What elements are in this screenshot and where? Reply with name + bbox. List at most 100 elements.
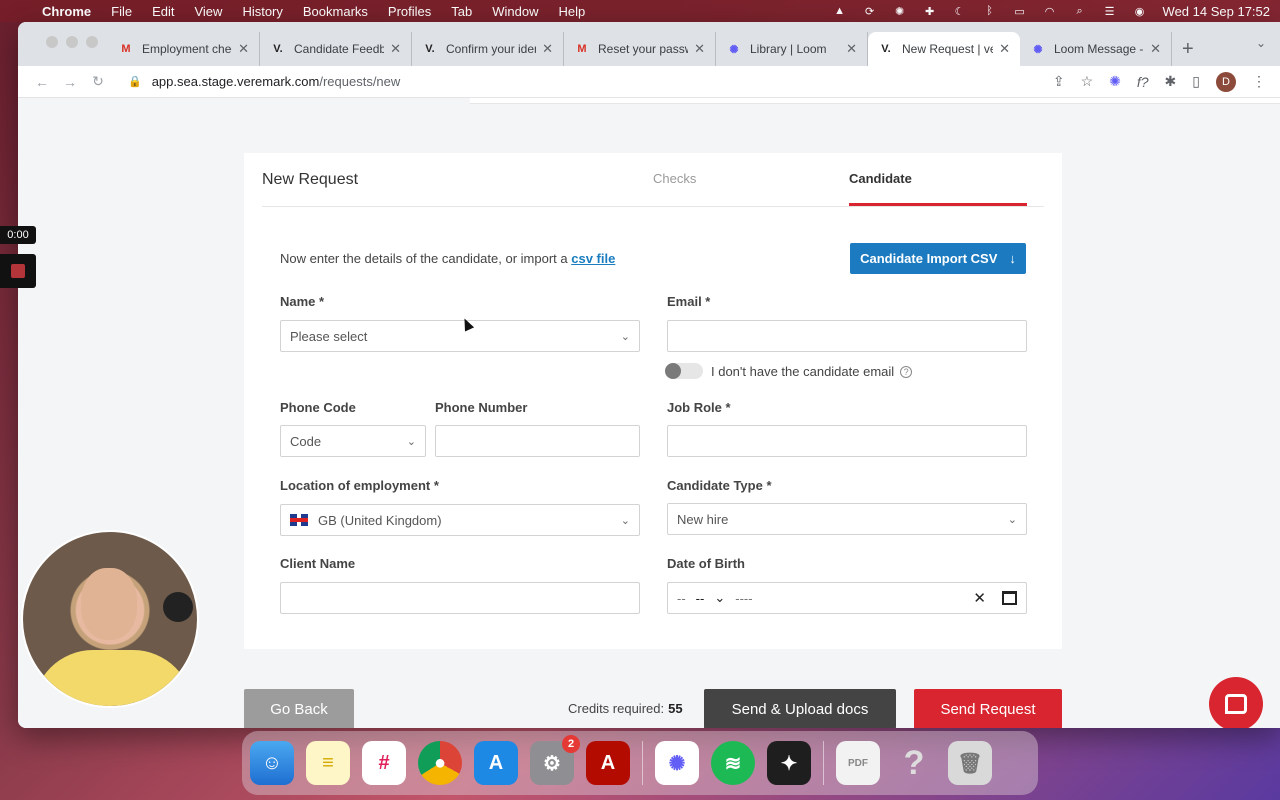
acrobat-icon[interactable]: A [586, 741, 630, 785]
send-request-button[interactable]: Send Request [914, 689, 1062, 728]
menubar-datetime[interactable]: Wed 14 Sep 17:52 [1163, 4, 1270, 19]
extensions-icon[interactable]: ✱ [1165, 73, 1177, 90]
candidate-type-value: New hire [677, 511, 729, 527]
client-name-input[interactable] [280, 582, 640, 614]
name-select[interactable]: Please select ⌄ [280, 320, 640, 352]
chat-support-button[interactable] [1209, 677, 1263, 728]
lock-icon[interactable]: 🔒 [128, 75, 142, 88]
chevron-down-icon[interactable]: ⌄ [714, 590, 725, 606]
pdf-document-icon[interactable]: PDF [836, 741, 880, 785]
menu-history[interactable]: History [242, 4, 282, 19]
sync-icon[interactable]: ⟳ [863, 4, 877, 18]
slack-icon[interactable]: # [362, 741, 406, 785]
location-select[interactable]: GB (United Kingdom) ⌄ [280, 504, 640, 536]
notes-icon[interactable]: ≡ [306, 741, 350, 785]
close-tab-icon[interactable]: ✕ [1150, 41, 1161, 57]
menu-app-name[interactable]: Chrome [42, 4, 91, 19]
menu-window[interactable]: Window [492, 4, 538, 19]
close-tab-icon[interactable]: ✕ [542, 41, 553, 57]
browser-tab[interactable]: V. Confirm your identity ✕ [412, 32, 564, 66]
flag-uk-icon[interactable]: ✚ [923, 4, 937, 18]
formula-extension-icon[interactable]: f? [1137, 74, 1149, 90]
candidate-type-select[interactable]: New hire ⌄ [667, 503, 1027, 535]
send-upload-docs-button[interactable]: Send & Upload docs [704, 689, 896, 728]
go-back-button[interactable]: Go Back [244, 689, 354, 728]
browser-tab[interactable]: ✺ Loom Message - 1 ✕ [1020, 32, 1172, 66]
more-menu-icon[interactable]: ⋮ [1252, 73, 1266, 90]
share-icon[interactable]: ⇪ [1053, 73, 1065, 90]
zoom-window-button[interactable] [86, 36, 98, 48]
control-center-icon[interactable]: ☰ [1103, 4, 1117, 18]
phone-code-select[interactable]: Code ⌄ [280, 425, 426, 457]
close-tab-icon[interactable]: ✕ [846, 41, 857, 57]
browser-tab[interactable]: ✺ Library | Loom ✕ [716, 32, 868, 66]
close-window-button[interactable] [46, 36, 58, 48]
moon-icon[interactable]: ☾ [953, 4, 967, 18]
app-store-icon[interactable]: A [474, 741, 518, 785]
question-icon[interactable]: ? [892, 741, 936, 785]
bluetooth-icon[interactable]: ᛒ [983, 4, 997, 18]
star-icon[interactable]: ☆ [1081, 73, 1094, 90]
apple-icon[interactable] [10, 4, 24, 18]
spotify-icon[interactable]: ≋ [711, 741, 755, 785]
step-checks[interactable]: Checks [653, 171, 696, 186]
gear-icon[interactable]: ✺ [893, 4, 907, 18]
wifi-icon[interactable]: ◠ [1043, 4, 1057, 18]
help-icon[interactable]: ? [900, 365, 913, 378]
browser-tab[interactable]: M Reset your password ✕ [564, 32, 716, 66]
email-input[interactable] [667, 320, 1027, 352]
csv-file-link[interactable]: csv file [571, 251, 615, 266]
webcam-bubble[interactable] [21, 530, 199, 708]
sidebar-icon[interactable]: ▯ [1192, 73, 1200, 90]
reload-icon[interactable]: ↻ [84, 73, 112, 90]
phone-number-input[interactable] [435, 425, 640, 457]
finder-icon[interactable]: ☺ [250, 741, 294, 785]
menu-help[interactable]: Help [559, 4, 586, 19]
dob-input[interactable]: -- -- ⌄ ---- ✕ [667, 582, 1027, 614]
browser-tab[interactable]: V. Candidate Feedback ✕ [260, 32, 412, 66]
back-arrow-icon[interactable]: ← [28, 74, 56, 90]
close-tab-icon[interactable]: ✕ [694, 41, 705, 57]
calendar-icon[interactable] [1002, 591, 1017, 605]
menu-tab[interactable]: Tab [451, 4, 472, 19]
loom-extension-icon[interactable]: ✺ [1109, 73, 1121, 90]
menu-edit[interactable]: Edit [152, 4, 174, 19]
browser-tab[interactable]: M Employment check ✕ [108, 32, 260, 66]
close-tab-icon[interactable]: ✕ [999, 41, 1010, 57]
profile-avatar[interactable]: D [1216, 71, 1236, 92]
menu-profiles[interactable]: Profiles [388, 4, 431, 19]
dob-month[interactable]: -- [696, 591, 705, 606]
system-settings-icon[interactable]: ⚙ 2 [530, 735, 580, 785]
clear-icon[interactable]: ✕ [973, 589, 986, 607]
name-select-value: Please select [290, 328, 368, 344]
search-icon[interactable]: ⌕ [1073, 4, 1087, 18]
figma-icon[interactable]: ✦ [767, 741, 811, 785]
no-email-toggle[interactable] [665, 363, 703, 379]
menu-bookmarks[interactable]: Bookmarks [303, 4, 368, 19]
menu-view[interactable]: View [194, 4, 222, 19]
address-bar[interactable]: 🔒 app.sea.stage.veremark.com/requests/ne… [118, 68, 1053, 96]
browser-tab-active[interactable]: V. New Request | veremark ✕ [868, 32, 1020, 66]
drive-icon[interactable]: ▲ [833, 4, 847, 18]
candidate-import-csv-button[interactable]: Candidate Import CSV ↓ [850, 243, 1026, 274]
siri-icon[interactable]: ◉ [1133, 4, 1147, 18]
step-candidate[interactable]: Candidate [849, 171, 912, 186]
new-request-card: New Request Checks Candidate Now enter t… [244, 153, 1062, 649]
loom-icon[interactable]: ✺ [655, 741, 699, 785]
trash-icon[interactable]: 🗑 [948, 741, 992, 785]
dob-year[interactable]: ---- [735, 591, 752, 606]
new-tab-icon[interactable]: + [1182, 32, 1194, 66]
minimize-window-button[interactable] [66, 36, 78, 48]
chrome-icon[interactable]: ● [418, 741, 462, 785]
menu-file[interactable]: File [111, 4, 132, 19]
chevron-down-icon: ⌄ [620, 514, 630, 527]
chevron-down-icon[interactable]: ⌄ [1256, 36, 1266, 50]
stop-recording-button[interactable] [0, 254, 36, 288]
browser-toolbar: ← → ↻ 🔒 app.sea.stage.veremark.com/reque… [18, 66, 1280, 98]
forward-arrow-icon[interactable]: → [56, 74, 84, 90]
dob-day[interactable]: -- [677, 591, 686, 606]
battery-icon[interactable]: ▭ [1013, 4, 1027, 18]
close-tab-icon[interactable]: ✕ [238, 41, 249, 57]
job-role-input[interactable] [667, 425, 1027, 457]
close-tab-icon[interactable]: ✕ [390, 41, 401, 57]
